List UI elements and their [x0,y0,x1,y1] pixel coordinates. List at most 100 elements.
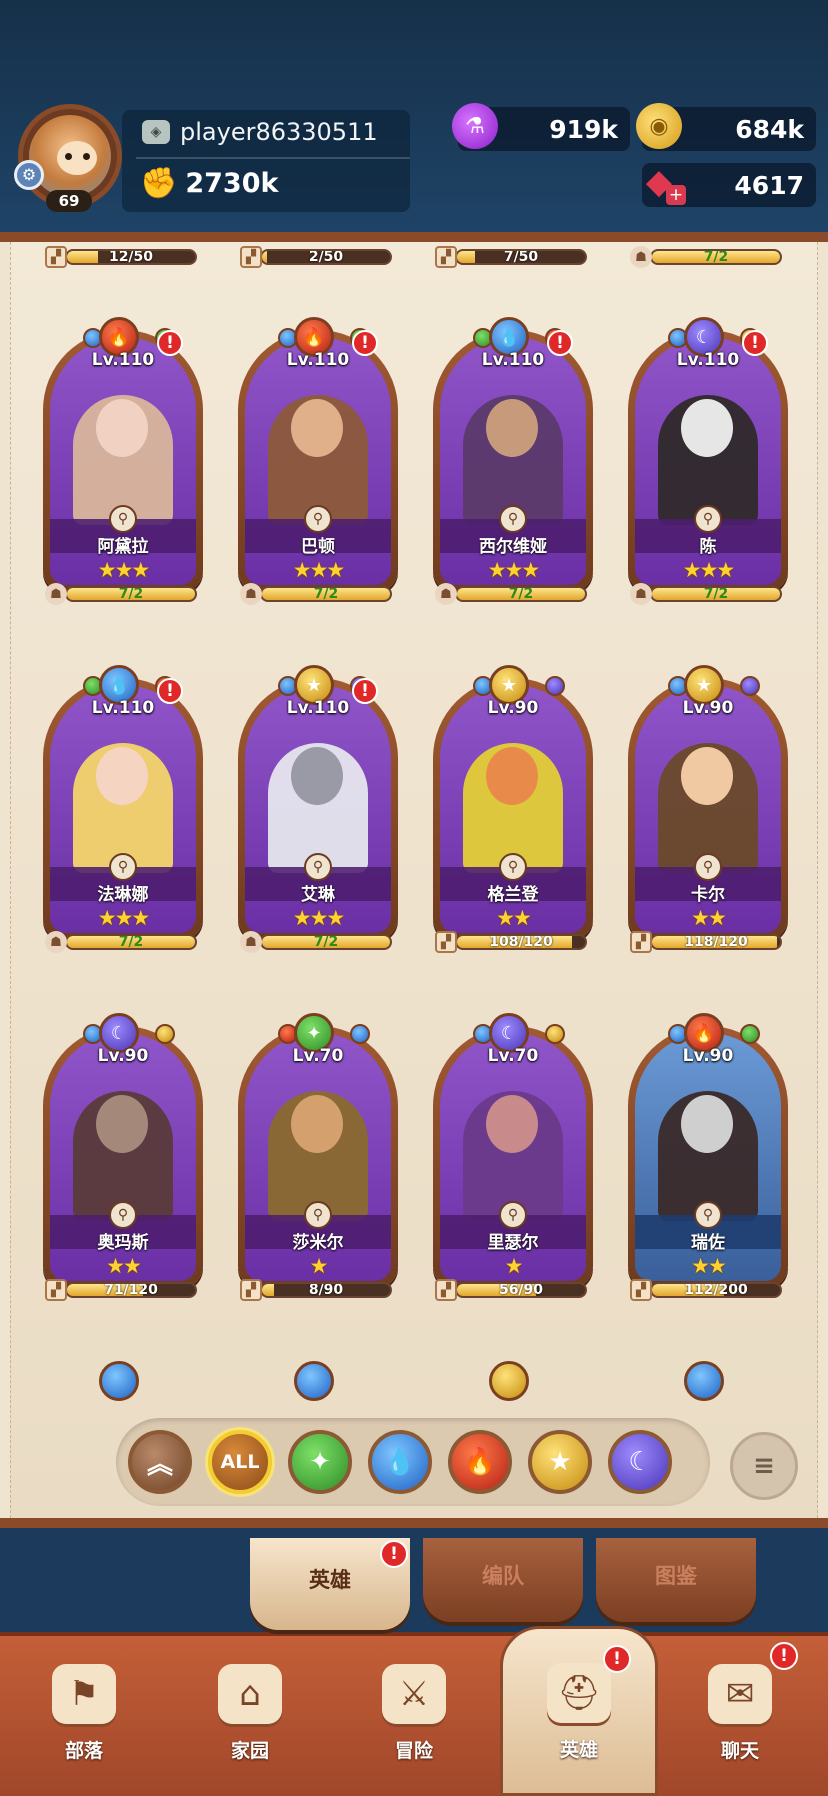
hero-card[interactable]: ☾ Lv.70 ⚲ 里瑟尔 ★ 56/90 ▞ [433,1010,593,1310]
hero-name: 莎米尔 [292,1233,344,1253]
gem-value: 4617 [734,170,804,200]
hero-card[interactable]: ★ Lv.90 ⚲ 卡尔 ★★ 118/120 ▞ [628,662,788,962]
progress-text: 7/50 [503,249,539,265]
hero-stars: ★★★ [97,558,150,582]
hero-role-icon: ⚲ [109,505,137,533]
nav-item-home[interactable]: ⌂ 家园 [190,1664,310,1784]
settings-icon[interactable]: ⚙ [14,160,44,190]
hero-stars: ★★★ [682,558,735,582]
gold-coin-icon: ◉ [636,103,682,149]
hero-role-icon: ⚲ [694,505,722,533]
hero-card[interactable]: 🔥 Lv.110! ⚲ 阿黛拉 ★★★ 7/2 ☗ [43,314,203,614]
filter-leaf-button[interactable]: ✦ [288,1430,352,1494]
puzzle-icon: ▞ [630,1279,652,1301]
gold-value: 684k [735,114,804,144]
progress-text: 7/2 [313,586,339,602]
hero-head [291,1095,343,1153]
hero-level: Lv.70 [487,1046,539,1066]
hero-stars: ★ [504,1254,524,1278]
nav-label: 冒险 [394,1740,433,1762]
filter-water-button[interactable]: 💧 [368,1430,432,1494]
progress-bar: 7/2 [455,586,587,602]
hero-head [486,1095,538,1153]
progress-bar: 7/2 [650,586,782,602]
helmet-icon: ☗ [630,583,652,605]
hero-role-icon: ⚲ [694,853,722,881]
filter-moon-button[interactable]: ☾ [608,1430,672,1494]
filter-star-button[interactable]: ★ [528,1430,592,1494]
element-icon [489,1361,529,1401]
nav-item-heroes[interactable]: ⛑ 英雄! [500,1626,658,1796]
hero-name: 卡尔 [691,885,725,905]
nav-label: 英雄 [559,1739,598,1761]
hero-head [486,747,538,805]
helmet-icon: ☗ [630,246,652,268]
sort-button[interactable]: ≡ [730,1432,798,1500]
filter-fire-button[interactable]: 🔥 [448,1430,512,1494]
add-gems-icon[interactable]: + [666,185,686,205]
hero-stars: ★★ [106,1254,142,1278]
hero-head [486,399,538,457]
tribe-banner-icon: ⚑ [52,1664,116,1724]
filter-up-button[interactable]: ︽ [128,1430,192,1494]
player-level-badge: 69 [46,190,92,212]
progress-bar: 7/2 [260,934,392,950]
hero-role-icon: ⚲ [499,505,527,533]
progress-text: 108/120 [489,934,553,950]
progress-bar: 71/120 [65,1282,197,1298]
hero-role-icon: ⚲ [499,1201,527,1229]
hero-card[interactable]: 💧 Lv.110! ⚲ 西尔维娅 ★★★ 7/2 ☗ [433,314,593,614]
helmet-icon: ☗ [240,583,262,605]
tab-formation[interactable]: 编队 [423,1538,583,1622]
hero-card[interactable]: 💧 Lv.110! ⚲ 法琳娜 ★★★ 7/2 ☗ [43,662,203,962]
player-info-panel: ◈ player86330511 ✊ 2730k [122,110,410,212]
tab-label: 图鉴 [655,1564,697,1588]
progress-bar: 118/120 [650,934,782,950]
flame-icon: 🔥 [463,1447,497,1477]
progress-text: 112/200 [684,1282,748,1298]
hero-card[interactable]: ☾ Lv.110! ⚲ 陈 ★★★ 7/2 ☗ [628,314,788,614]
hero-head [291,747,343,805]
helmet-icon: ☗ [240,931,262,953]
hero-stars: ★★★ [487,558,540,582]
hero-level: Lv.110 [481,350,545,370]
tab-codex[interactable]: 图鉴 [596,1538,756,1622]
hero-card[interactable]: ✦ Lv.70 ⚲ 莎米尔 ★ 8/90 ▞ [238,1010,398,1310]
hero-level: Lv.90 [682,1046,734,1066]
progress-text: 7/2 [118,934,144,950]
hero-level: Lv.70 [292,1046,344,1066]
element-icon [99,1361,139,1401]
hero-stars: ★★★ [292,558,345,582]
tab-heroes[interactable]: 英雄! [250,1538,410,1630]
elixir-resource[interactable]: ⚗ 919k [452,103,630,151]
water-drop-icon: 💧 [383,1447,417,1477]
guild-badge-icon: ◈ [142,120,170,144]
notification-badge: ! [380,1540,408,1568]
nav-item-tribe[interactable]: ⚑ 部落 [24,1664,144,1784]
hero-stars: ★★★ [97,906,150,930]
hero-level: Lv.110 [91,350,155,370]
hero-card[interactable]: 🔥 Lv.90 ⚲ 瑞佐 ★★ 112/200 ▞ [628,1010,788,1310]
puzzle-icon: ▞ [435,931,457,953]
progress-text: 7/2 [508,586,534,602]
nav-item-adventure[interactable]: ⚔ 冒险 [354,1664,474,1784]
hero-level: Lv.110 [286,350,350,370]
avatar-eye [65,153,72,160]
nav-item-chat[interactable]: ✉ 聊天! [680,1642,800,1784]
progress-bar: 7/2 [650,249,782,265]
power-fist-icon: ✊ [140,166,178,201]
gem-resource[interactable]: ◆ + 4617 [642,162,816,207]
hero-grid[interactable]: 12/50 ▞ 2/50 ▞ 7/50 ▞ 7/2 ☗ 🔥 Lv.110! ⚲ 阿黛拉 ★★★ 7/2 ☗ 🔥… [11,242,817,1402]
filter-all-button[interactable]: ALL [208,1430,272,1494]
progress-text: 7/2 [313,934,339,950]
leaf-element-icon [740,1024,760,1044]
hero-card[interactable]: ★ Lv.90 ⚲ 格兰登 ★★ 108/120 ▞ [433,662,593,962]
puzzle-icon: ▞ [45,1279,67,1301]
star-icon: ★ [548,1447,572,1477]
gold-resource[interactable]: ◉ 684k [636,103,816,151]
hero-role-icon: ⚲ [304,853,332,881]
progress-bar: 108/120 [455,934,587,950]
hero-card[interactable]: ☾ Lv.90 ⚲ 奥玛斯 ★★ 71/120 ▞ [43,1010,203,1310]
hero-card[interactable]: ★ Lv.110! ⚲ 艾琳 ★★★ 7/2 ☗ [238,662,398,962]
hero-card[interactable]: 🔥 Lv.110! ⚲ 巴顿 ★★★ 7/2 ☗ [238,314,398,614]
